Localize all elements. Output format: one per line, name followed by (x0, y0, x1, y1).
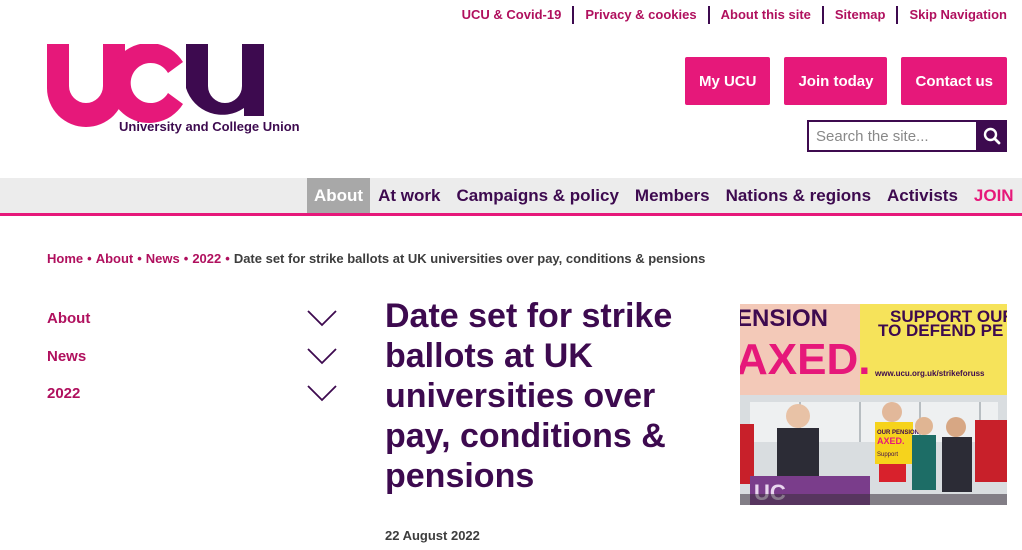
search-button[interactable] (976, 120, 1007, 152)
nav-activists[interactable]: Activists (879, 178, 966, 213)
header-actions: My UCU Join today Contact us (684, 57, 1007, 105)
utility-link-about-site[interactable]: About this site (707, 6, 822, 24)
placard-text: AXED. (877, 436, 905, 446)
ucu-logo-mark: University and College Union (47, 42, 300, 134)
ucu-logo[interactable]: University and College Union (47, 42, 307, 136)
breadcrumb-separator: • (137, 251, 142, 266)
side-menu-label: News (47, 347, 87, 365)
nav-members[interactable]: Members (627, 178, 718, 213)
nav-at-work[interactable]: At work (370, 178, 448, 213)
side-menu-item-about[interactable]: About (47, 300, 337, 338)
nav-nations-regions[interactable]: Nations & regions (718, 178, 879, 213)
banner-text: TO DEFEND PE (878, 321, 1003, 340)
side-menu-label: About (47, 310, 91, 328)
breadcrumb-separator: • (87, 251, 92, 266)
main-nav: About At work Campaigns & policy Members… (0, 178, 1022, 216)
article-date: 22 August 2022 (385, 528, 480, 543)
strike-rally-photo: ENSION AXED. SUPPORT OUR TO DEFEND PE ww… (740, 304, 1007, 505)
nav-join[interactable]: JOIN (966, 178, 1022, 213)
side-menu-item-news[interactable]: News (47, 338, 337, 376)
banner-text: www.ucu.org.uk/strikeforuss (874, 369, 985, 378)
breadcrumb-2022[interactable]: 2022 (192, 251, 221, 266)
breadcrumb-home[interactable]: Home (47, 251, 83, 266)
join-today-button[interactable]: Join today (784, 57, 888, 105)
chevron-down-icon[interactable] (307, 348, 337, 365)
article-title: Date set for strike ballots at UK univer… (385, 297, 673, 495)
search-icon (983, 127, 1000, 145)
article-hero-image: ENSION AXED. SUPPORT OUR TO DEFEND PE ww… (740, 304, 1007, 505)
utility-link-covid[interactable]: UCU & Covid-19 (451, 6, 573, 24)
breadcrumb-separator: • (183, 251, 189, 266)
utility-link-sitemap[interactable]: Sitemap (821, 6, 897, 24)
side-menu-item-2022[interactable]: 2022 (47, 375, 337, 413)
breadcrumb-separator: • (225, 251, 230, 266)
contact-us-button[interactable]: Contact us (901, 57, 1007, 105)
site-search (807, 120, 1007, 152)
breadcrumb-about[interactable]: About (96, 251, 134, 266)
logo-tagline: University and College Union (119, 119, 300, 134)
breadcrumb: Home • About • News • 2022 • Date set fo… (47, 251, 705, 266)
breadcrumb-current: Date set for strike ballots at UK univer… (233, 251, 706, 266)
placard-text: Support (877, 452, 898, 458)
my-ucu-button[interactable]: My UCU (684, 57, 771, 105)
chevron-down-icon[interactable] (307, 385, 337, 402)
utility-link-privacy[interactable]: Privacy & cookies (572, 6, 707, 24)
utility-link-skip-navigation[interactable]: Skip Navigation (896, 6, 1007, 24)
nav-campaigns-policy[interactable]: Campaigns & policy (448, 178, 626, 213)
search-input[interactable] (807, 120, 976, 152)
section-menu: About News 2022 (47, 300, 337, 413)
chevron-down-icon[interactable] (307, 310, 337, 327)
banner-text: ENSION (740, 305, 828, 332)
utility-nav: UCU & Covid-19 Privacy & cookies About t… (451, 6, 1007, 24)
breadcrumb-news[interactable]: News (146, 251, 180, 266)
banner-text: AXED. (740, 335, 870, 384)
side-menu-label: 2022 (47, 385, 81, 403)
nav-about[interactable]: About (307, 178, 371, 213)
